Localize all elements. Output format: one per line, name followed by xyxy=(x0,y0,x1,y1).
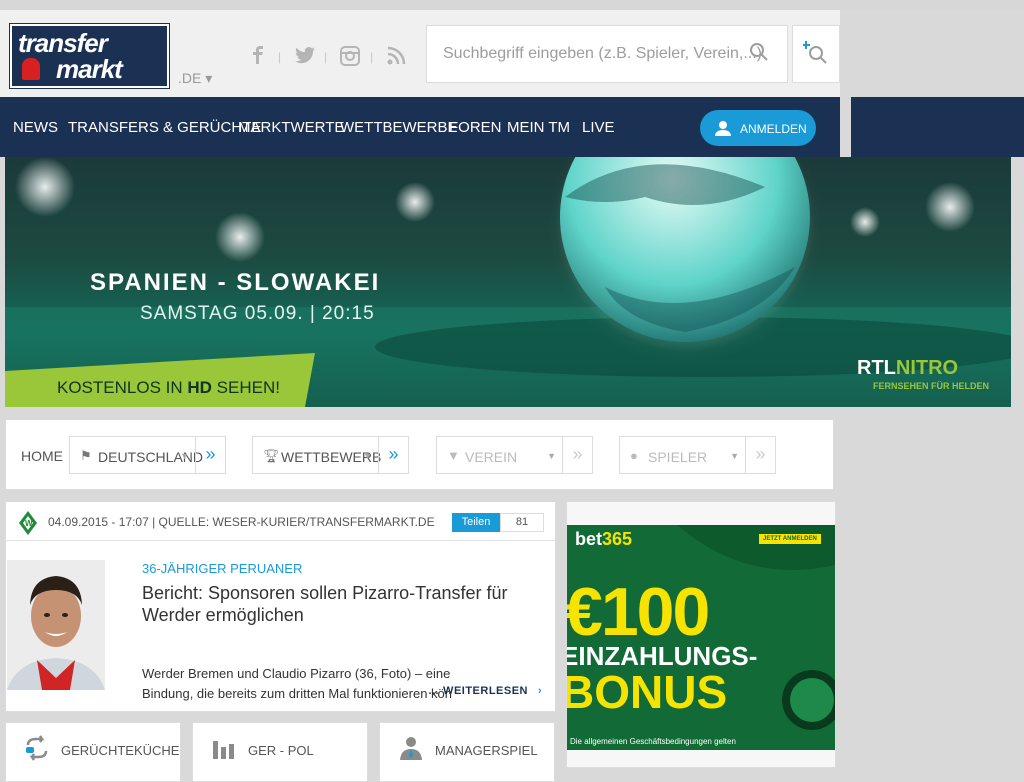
news-kicker: 36-JÄHRIGER PERUANER xyxy=(142,561,303,576)
go-forward-icon[interactable]: » xyxy=(745,437,775,473)
tile-ger-pol[interactable]: GER - POL xyxy=(192,722,368,782)
bet365-ad[interactable]: bet365 JETZT ANMELDEN €100 EINZAHLUNGS- … xyxy=(566,501,836,768)
flag-icon: ⚑ xyxy=(80,448,92,463)
country-select[interactable]: ⚑ DEUTSCHLAND ▼ » xyxy=(69,436,226,474)
nav-item-foren[interactable]: FOREN xyxy=(449,119,502,136)
page: transfer markt .DE ▾ | | | Suchbegriff e… xyxy=(0,0,1024,782)
player-photo[interactable] xyxy=(7,560,105,690)
news-headline[interactable]: Bericht: Sponsoren sollen Pizarro-Transf… xyxy=(142,582,542,626)
divider xyxy=(6,540,555,541)
nav-item-news[interactable]: NEWS xyxy=(13,119,58,136)
ad-bonus: BONUS xyxy=(567,666,728,718)
social-separator: | xyxy=(324,50,328,64)
rtl-nitro-logo: RTLNITRO xyxy=(857,357,959,379)
advertising-banner[interactable]: SPANIEN - SLOWAKEI SAMSTAG 05.09. | 20:1… xyxy=(5,157,1011,407)
banner-tagline: KOSTENLOS IN HD SEHEN! xyxy=(57,378,280,397)
bet365-ad-creative: bet365 JETZT ANMELDEN €100 EINZAHLUNGS- … xyxy=(567,525,835,750)
instagram-icon[interactable] xyxy=(340,46,360,71)
tile-label: GER - POL xyxy=(248,743,314,758)
ad-fineprint: Die allgemeinen Geschäftsbedingungen gel… xyxy=(570,737,736,746)
search-field[interactable]: Suchbegriff eingeben (z.B. Spieler, Vere… xyxy=(426,25,788,83)
chevron-right-icon: › xyxy=(538,685,543,697)
advanced-search-icon xyxy=(803,41,827,64)
banner-date: SAMSTAG 05.09. | 20:15 xyxy=(140,303,375,324)
transfermarkt-logo[interactable]: transfer markt xyxy=(10,24,169,88)
search-placeholder: Suchbegriff eingeben (z.B. Spieler, Vere… xyxy=(443,45,763,62)
chevron-down-icon: ▼ xyxy=(730,451,739,461)
chevron-down-icon: ▼ xyxy=(180,451,189,461)
facebook-icon[interactable] xyxy=(252,46,264,69)
chevron-down-icon: ▼ xyxy=(363,451,372,461)
nav-item-wettbewerbe[interactable]: WETTBEWERBE xyxy=(340,119,458,136)
ad-cta[interactable]: JETZT ANMELDEN xyxy=(759,534,821,544)
advanced-search-button[interactable] xyxy=(792,25,840,83)
nav-item-transfers[interactable]: TRANSFERS & GERÜCHTE xyxy=(68,119,261,136)
rumor-exchange-icon xyxy=(24,735,50,761)
nav-extension xyxy=(851,97,1024,157)
tile-label: MANAGERSPIEL xyxy=(435,743,538,758)
social-separator: | xyxy=(370,50,374,64)
go-forward-icon[interactable]: » xyxy=(195,437,225,473)
breadcrumb: HOME ⚑ DEUTSCHLAND ▼ » 🏆︎ WETTBEWERB ▼ »… xyxy=(5,419,834,490)
go-forward-icon[interactable]: » xyxy=(378,437,408,473)
news-teaser[interactable]: W 04.09.2015 - 17:07 | QUELLE: WESER-KUR… xyxy=(5,501,556,712)
logo-player-icon xyxy=(22,58,40,80)
club-select[interactable]: ▼ VEREIN ▼ » xyxy=(436,436,593,474)
read-more-link[interactable]: … WEITERLESEN › xyxy=(428,685,542,697)
user-icon: ● xyxy=(630,448,638,463)
club-select-label: VEREIN xyxy=(465,449,518,465)
manager-icon xyxy=(398,735,424,761)
player-select[interactable]: ● SPIELER ▼ » xyxy=(619,436,776,474)
ad-amount: €100 xyxy=(567,574,710,650)
trophy-icon: 🏆︎ xyxy=(263,448,280,463)
news-body: Werder Bremen und Claudio Pizarro (36, F… xyxy=(142,666,453,701)
rss-icon[interactable] xyxy=(387,46,406,70)
tile-geruechtekueche[interactable]: GERÜCHTEKÜCHE xyxy=(5,722,181,782)
bet365-logo: bet365 xyxy=(575,529,633,549)
logo-text-line2: markt xyxy=(56,54,123,84)
tile-managerspiel[interactable]: MANAGERSPIEL xyxy=(379,722,555,782)
breadcrumb-home[interactable]: HOME xyxy=(21,448,63,464)
chevron-down-icon: ▼ xyxy=(547,451,556,461)
news-meta: 04.09.2015 - 17:07 | QUELLE: WESER-KURIE… xyxy=(48,515,435,529)
social-separator: | xyxy=(278,50,282,64)
rtl-nitro-slogan: FERNSEHEN FÜR HELDEN xyxy=(873,381,990,391)
share-count: 81 xyxy=(500,513,544,532)
twitter-icon[interactable] xyxy=(295,46,315,69)
search-icon[interactable] xyxy=(749,42,769,62)
player-select-label: SPIELER xyxy=(648,449,708,465)
user-icon xyxy=(715,120,731,136)
bar-chart-icon xyxy=(211,735,237,761)
competition-select[interactable]: 🏆︎ WETTBEWERB ▼ » xyxy=(252,436,409,474)
nav-item-marktwerte[interactable]: MARKTWERTE xyxy=(238,119,344,136)
tile-label: GERÜCHTEKÜCHE xyxy=(61,743,180,758)
login-label: ANMELDEN xyxy=(740,122,807,136)
svg-text:W: W xyxy=(25,519,33,528)
werder-crest-icon: W xyxy=(18,510,38,536)
share-button[interactable]: Teilen xyxy=(452,513,500,532)
go-forward-icon[interactable]: » xyxy=(562,437,592,473)
nav-item-mein-tm[interactable]: MEIN TM xyxy=(507,119,570,136)
shirt-icon: ▼ xyxy=(447,448,460,463)
country-selector[interactable]: .DE ▾ xyxy=(178,70,212,87)
banner-title: SPANIEN - SLOWAKEI xyxy=(90,269,381,296)
top-strip xyxy=(0,0,1024,10)
nav-item-live[interactable]: LIVE xyxy=(582,119,615,136)
login-button[interactable]: ANMELDEN xyxy=(700,110,816,146)
